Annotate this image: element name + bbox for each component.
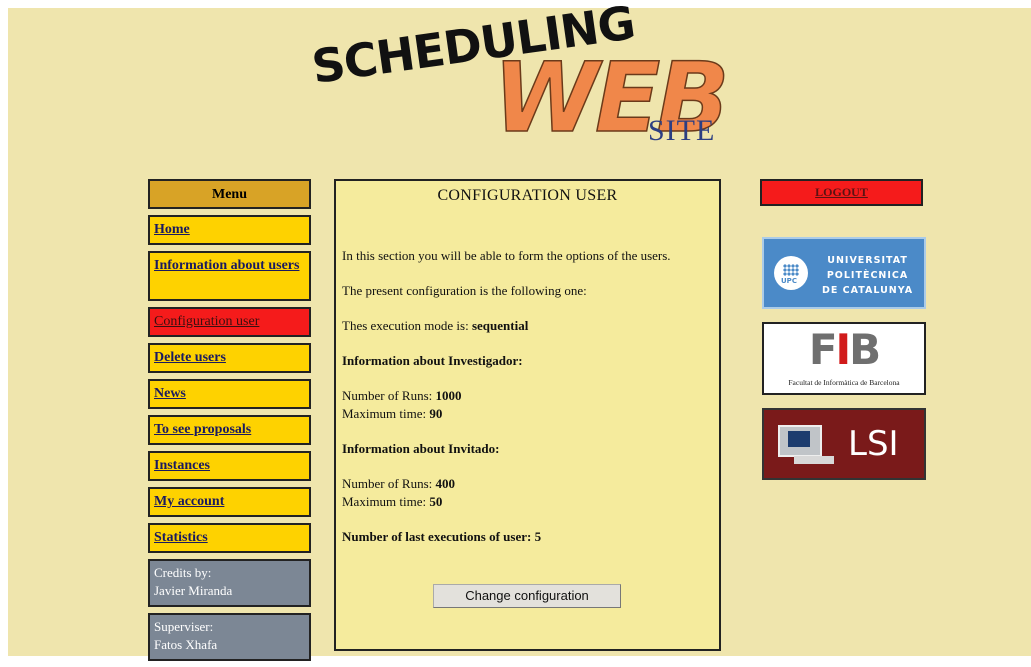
page-title: CONFIGURATION USER bbox=[437, 187, 618, 204]
credits-label: Credits by: bbox=[154, 565, 212, 580]
menu-link-news[interactable]: News bbox=[154, 386, 186, 401]
menu-item-delete-users[interactable]: Delete users bbox=[148, 343, 311, 373]
last-executions-line: Number of last executions of user: 5 bbox=[342, 529, 542, 544]
investigador-time: Maximum time: 90 bbox=[342, 406, 443, 421]
upc-abbr: UPC bbox=[781, 277, 797, 285]
invitado-time-value: 50 bbox=[429, 494, 443, 509]
upc-dots-icon bbox=[783, 264, 799, 276]
menu-link-to-see-proposals[interactable]: To see proposals bbox=[154, 422, 251, 437]
upc-logo-link[interactable]: UPC UNIVERSITAT POLITÈCNICA DE CATALUNYA bbox=[762, 237, 926, 309]
menu-link-home[interactable]: Home bbox=[154, 222, 190, 237]
menu-item-statistics[interactable]: Statistics bbox=[148, 523, 311, 553]
computer-icon bbox=[778, 425, 822, 457]
execution-mode-line: Thes execution mode is: sequential bbox=[342, 317, 713, 335]
menu-link-configuration-user[interactable]: Configuration user bbox=[154, 314, 259, 329]
supervisor-name: Fatos Xhafa bbox=[154, 637, 218, 652]
supervisor-label: Superviser: bbox=[154, 619, 214, 634]
menu-link-information-about-users[interactable]: Information about users bbox=[154, 258, 299, 273]
investigador-runs: Number of Runs: 1000 bbox=[342, 388, 462, 403]
investigador-heading: Information about Investigador: bbox=[342, 353, 523, 368]
credits-box: Credits by: Javier Miranda bbox=[148, 559, 311, 607]
menu-item-home[interactable]: Home bbox=[148, 215, 311, 245]
menu-link-my-account[interactable]: My account bbox=[154, 494, 224, 509]
configuration-panel: CONFIGURATION USER In this section you w… bbox=[334, 179, 721, 651]
invitado-time: Maximum time: 50 bbox=[342, 494, 443, 509]
investigador-runs-value: 1000 bbox=[435, 388, 462, 403]
logout-button[interactable]: LOGOUT bbox=[760, 179, 923, 206]
logo-word-site: SITE bbox=[648, 114, 716, 147]
page-background: SCHEDULING WEB SITE Menu Home Informatio… bbox=[8, 0, 1031, 661]
menu-link-statistics[interactable]: Statistics bbox=[154, 530, 208, 545]
invitado-runs-value: 400 bbox=[435, 476, 456, 491]
supervisor-box: Superviser: Fatos Xhafa bbox=[148, 613, 311, 661]
credits-name: Javier Miranda bbox=[154, 583, 233, 598]
last-executions-value: 5 bbox=[534, 529, 542, 544]
present-config-text: The present configuration is the followi… bbox=[342, 283, 587, 298]
investigador-time-value: 90 bbox=[429, 406, 443, 421]
invitado-heading: Information about Invitado: bbox=[342, 441, 500, 456]
intro-text: In this section you will be able to form… bbox=[342, 248, 671, 263]
menu-item-news[interactable]: News bbox=[148, 379, 311, 409]
execution-mode-label: Thes execution mode is: bbox=[342, 318, 472, 333]
menu-link-instances[interactable]: Instances bbox=[154, 458, 210, 473]
menu-item-information-about-users[interactable]: Information about users bbox=[148, 251, 311, 301]
site-logo: SCHEDULING WEB SITE bbox=[308, 0, 730, 158]
menu-header: Menu bbox=[148, 179, 311, 209]
computer-base-icon bbox=[794, 456, 834, 464]
fib-logo-link[interactable]: FIB Facultat de Informàtica de Barcelona bbox=[762, 322, 926, 395]
upc-name: UNIVERSITAT POLITÈCNICA DE CATALUNYA bbox=[822, 255, 914, 296]
change-configuration-button[interactable]: Change configuration bbox=[433, 584, 621, 608]
menu-link-delete-users[interactable]: Delete users bbox=[154, 350, 226, 365]
execution-mode-value: sequential bbox=[471, 318, 529, 333]
fib-letters: FIB bbox=[808, 325, 881, 374]
lsi-label: LSI bbox=[848, 424, 899, 464]
lsi-logo-link[interactable]: LSI bbox=[762, 408, 926, 480]
menu-item-my-account[interactable]: My account bbox=[148, 487, 311, 517]
menu-item-instances[interactable]: Instances bbox=[148, 451, 311, 481]
fib-caption: Facultat de Informàtica de Barcelona bbox=[788, 378, 900, 387]
sidebar-menu: Menu Home Information about users Config… bbox=[148, 179, 311, 667]
logout-link[interactable]: LOGOUT bbox=[815, 185, 868, 199]
menu-item-to-see-proposals[interactable]: To see proposals bbox=[148, 415, 311, 445]
invitado-runs: Number of Runs: 400 bbox=[342, 476, 456, 491]
menu-item-configuration-user[interactable]: Configuration user bbox=[148, 307, 311, 337]
